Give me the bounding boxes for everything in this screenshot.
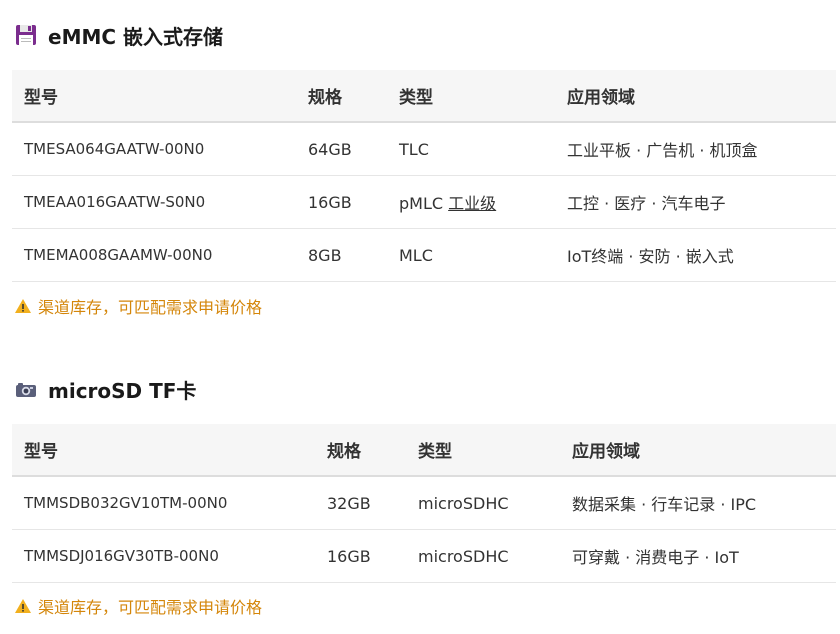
model-cell: TMEMA008GAAMW-00N0: [12, 228, 296, 282]
table-row: TMMSDB032GV10TM-00N0 32GB microSDHC 数据采集…: [12, 476, 836, 530]
notice-text: 渠道库存，可匹配需求申请价格: [38, 298, 263, 317]
notice-text: 渠道库存，可匹配需求申请价格: [38, 598, 263, 617]
type-cell: pMLC 工业级: [387, 175, 555, 229]
warning-icon: [14, 597, 32, 615]
capacity-cell: 32GB: [315, 476, 406, 530]
type-cell: microSDHC: [406, 529, 560, 583]
capacity-cell: 16GB: [315, 529, 406, 583]
section-heading: microSD TF卡: [14, 372, 836, 406]
applications-cell: 数据采集 · 行车记录 · IPC: [560, 476, 836, 530]
type-label: TLC: [399, 139, 429, 159]
stock-notice: 渠道库存，可匹配需求申请价格: [14, 282, 836, 330]
table-header-row: 型号 规格 类型 应用领域: [12, 424, 836, 476]
type-label: pMLC: [399, 194, 449, 213]
header-model: 型号: [24, 442, 58, 462]
applications-cell: 可穿戴 · 消费电子 · IoT: [560, 529, 836, 583]
header-type: 类型: [418, 442, 452, 462]
header-model: 型号: [24, 88, 58, 108]
model-cell: TMMSDB032GV10TM-00N0: [12, 476, 315, 530]
section-title: eMMC 嵌入式存储: [48, 24, 224, 49]
microsd-section: microSD TF卡 型号 规格 类型 应用领域 TMMSDB032GV10T…: [12, 372, 836, 629]
product-table: 型号 规格 类型 应用领域 TMMSDB032GV10TM-00N0 32GB …: [12, 424, 836, 583]
stock-notice: 渠道库存，可匹配需求申请价格: [14, 583, 836, 629]
grade-link[interactable]: 工业级: [448, 194, 496, 213]
table-row: TMEAA016GAATW-S0N0 16GB pMLC 工业级 工控 · 医疗…: [12, 175, 836, 229]
model-cell: TMESA064GAATW-00N0: [12, 122, 296, 176]
floppy-disk-icon: [14, 23, 38, 47]
section-heading: eMMC 嵌入式存储: [14, 18, 836, 52]
capacity-cell: 16GB: [296, 175, 387, 229]
header-applications: 应用领域: [572, 442, 640, 462]
type-cell: microSDHC: [406, 476, 560, 530]
type-cell: MLC: [387, 228, 555, 282]
section-title: microSD TF卡: [48, 378, 197, 403]
applications-cell: 工控 · 医疗 · 汽车电子: [555, 175, 836, 229]
header-type: 类型: [399, 88, 433, 108]
header-capacity: 规格: [308, 88, 342, 108]
applications-cell: 工业平板 · 广告机 · 机顶盒: [555, 122, 836, 176]
header-capacity: 规格: [327, 442, 361, 462]
table-row: TMESA064GAATW-00N0 64GB TLC 工业平板 · 广告机 ·…: [12, 122, 836, 176]
table-row: TMEMA008GAAMW-00N0 8GB MLC IoT终端 · 安防 · …: [12, 228, 836, 282]
model-cell: TMMSDJ016GV30TB-00N0: [12, 529, 315, 583]
capacity-cell: 8GB: [296, 228, 387, 282]
product-table: 型号 规格 类型 应用领域 TMESA064GAATW-00N0 64GB TL…: [12, 70, 836, 282]
applications-cell: IoT终端 · 安防 · 嵌入式: [555, 228, 836, 282]
table-header-row: 型号 规格 类型 应用领域: [12, 70, 836, 122]
type-cell: TLC: [387, 122, 555, 176]
capacity-cell: 64GB: [296, 122, 387, 176]
emmc-section: eMMC 嵌入式存储 型号 规格 类型 应用领域 TMESA064GAATW-0…: [12, 18, 836, 330]
warning-icon: [14, 297, 32, 315]
camera-icon: [14, 377, 38, 401]
model-cell: TMEAA016GAATW-S0N0: [12, 175, 296, 229]
header-applications: 应用领域: [567, 88, 635, 108]
table-row: TMMSDJ016GV30TB-00N0 16GB microSDHC 可穿戴 …: [12, 529, 836, 583]
type-label: MLC: [399, 245, 433, 265]
